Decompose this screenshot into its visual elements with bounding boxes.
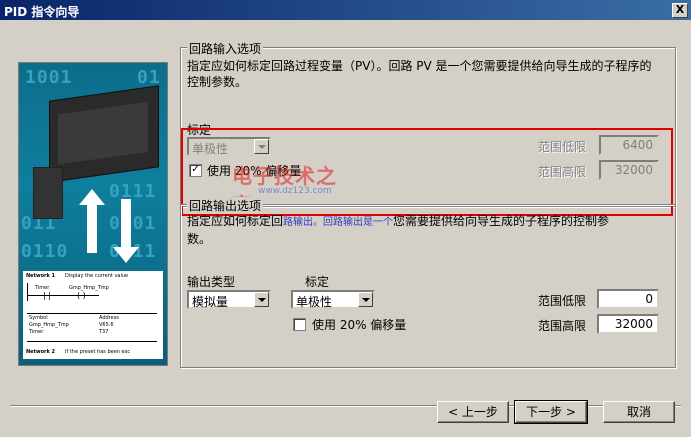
output-range-low-label: 范围低限: [538, 294, 587, 308]
chevron-down-icon: [358, 292, 373, 307]
network-label: Network 1: [26, 273, 56, 279]
chevron-down-icon: [254, 292, 269, 307]
coil-label: Gmp_Hmp_Tmp: [69, 285, 109, 291]
close-button[interactable]: X: [672, 3, 688, 18]
output-offset-label: 使用 20% 偏移量: [312, 318, 407, 332]
wizard-illustration: 1001 01 0111 011 0101 0110 0111 Network …: [18, 62, 168, 366]
output-range-low-field[interactable]: 0: [597, 289, 659, 309]
plc-module: [33, 167, 63, 219]
dialog-body: 1001 01 0111 011 0101 0110 0111 Network …: [0, 20, 691, 437]
output-scale-select[interactable]: 单极性: [291, 290, 375, 309]
arrow-up-icon: [79, 189, 105, 253]
coil-icon: ( ): [77, 291, 86, 300]
output-range-high-field[interactable]: 32000: [597, 314, 659, 334]
output-scale-label: 标定: [305, 275, 330, 289]
input-description: 指定应如何标定回路过程变量（PV）。回路 PV 是一个您需要提供给向导生成的子程…: [187, 59, 652, 89]
input-group-title: 回路输入选项: [187, 40, 264, 57]
binary-text: 0101: [109, 213, 157, 234]
output-options-group: 回路输出选项 指定应如何标定回路输出。回路输出是一个您需要提供给向导生成的子程序…: [180, 197, 676, 368]
overlapping-text: 路输出。回路输出是一个: [283, 217, 394, 228]
window-title: PID 指令向导: [4, 5, 80, 19]
binary-text: 1001: [25, 67, 73, 88]
network-comment: Display the current value: [65, 273, 129, 279]
title-bar: PID 指令向导 X: [0, 0, 691, 20]
binary-text: 0111: [109, 181, 157, 202]
table-cell: Timer: [29, 329, 44, 335]
table-cell: T37: [99, 329, 109, 335]
output-range-high-label: 范围高限: [538, 319, 587, 333]
contact-icon: | |: [43, 291, 51, 300]
output-group-title: 回路输出选项: [187, 197, 264, 214]
table-header: Symbol: [29, 315, 48, 321]
output-type-select[interactable]: 模拟量: [187, 290, 271, 309]
table-header: Address: [99, 315, 119, 321]
arrow-down-icon: [113, 199, 139, 263]
plc-image: [49, 85, 159, 183]
table-cell: Gmp_Hmp_Tmp: [29, 322, 69, 328]
back-button[interactable]: < 上一步: [437, 401, 509, 423]
ladder-diagram: Network 1 Display the current value Time…: [23, 271, 163, 359]
output-description: 指定应如何标定回路输出。回路输出是一个您需要提供给向导生成的子程序的控制参 数。: [187, 214, 610, 246]
cancel-button[interactable]: 取消: [603, 401, 675, 423]
next-button[interactable]: 下一步 >: [514, 400, 588, 424]
table-cell: V65.6: [99, 322, 114, 328]
binary-text: 0110: [21, 241, 69, 262]
output-offset-checkbox[interactable]: [293, 318, 306, 331]
network-label: Network 2: [26, 349, 56, 355]
output-type-label: 输出类型: [187, 275, 236, 289]
network-comment: If the preset has been exc: [65, 349, 131, 355]
